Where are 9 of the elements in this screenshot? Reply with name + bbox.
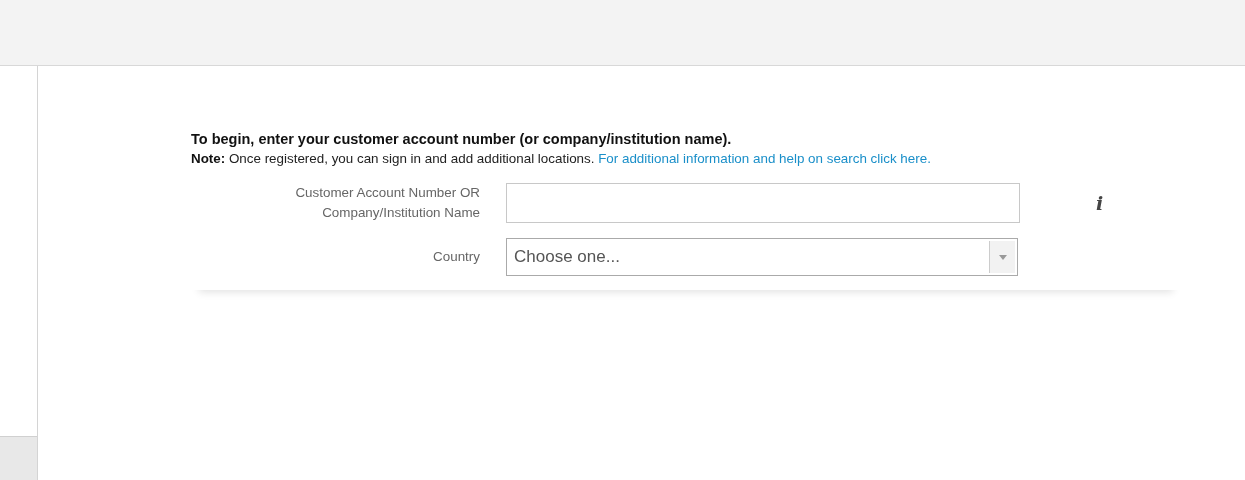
caret-icon [998,254,1007,260]
instruction-heading: To begin, enter your customer account number (or company/institution name). [191,130,733,149]
help-link[interactable]: For additional information and help on search click here. [598,151,931,166]
field-label: Country [432,248,481,266]
info-icon[interactable]: i [1096,193,1104,213]
note-text: Note: Once registered, you can sign in and add additional locations. For additional information and help on search click here. [191,150,932,168]
account-input-field[interactable] [506,183,1020,223]
country-dropdown[interactable]: Choose one... [506,238,1018,276]
field-label: Customer Account Number OR Company/Institution Name [294,184,481,222]
